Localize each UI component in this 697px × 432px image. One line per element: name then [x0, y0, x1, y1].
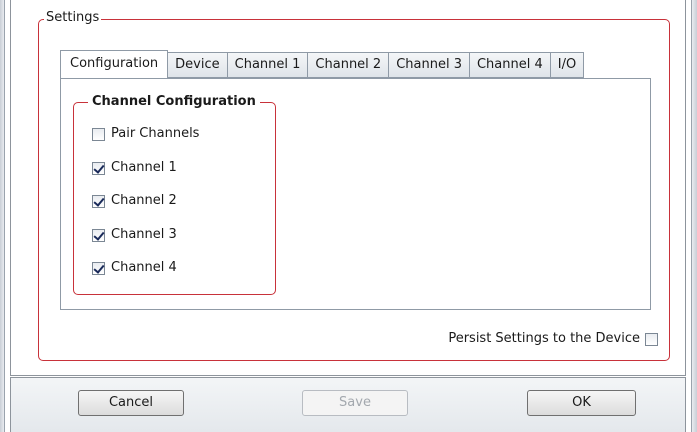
- channel-3-checkbox-row[interactable]: Channel 3: [92, 227, 177, 243]
- ok-button[interactable]: OK: [527, 390, 636, 416]
- settings-dialog: Settings Configuration Device Channel 1 …: [0, 0, 697, 432]
- tab-device[interactable]: Device: [168, 52, 228, 78]
- channel-configuration-title: Channel Configuration: [88, 94, 260, 110]
- channel-2-checkbox-row[interactable]: Channel 2: [92, 193, 177, 209]
- channel-2-checkbox[interactable]: [92, 194, 105, 208]
- window-left-border: [0, 0, 5, 432]
- channel-3-checkbox[interactable]: [92, 228, 105, 242]
- pair-channels-label: Pair Channels: [111, 126, 200, 141]
- channel-3-label: Channel 3: [111, 227, 177, 242]
- channel-4-checkbox[interactable]: [92, 261, 105, 275]
- channel-1-checkbox[interactable]: [92, 161, 105, 175]
- channel-4-checkbox-row[interactable]: Channel 4: [92, 260, 177, 276]
- channel-1-label: Channel 1: [111, 160, 177, 175]
- persist-settings-row[interactable]: Persist Settings to the Device: [448, 331, 658, 347]
- tab-channel-4[interactable]: Channel 4: [469, 52, 551, 78]
- settings-tab-strip: Configuration Device Channel 1 Channel 2…: [60, 50, 585, 78]
- tab-channel-1[interactable]: Channel 1: [227, 52, 309, 78]
- cancel-button[interactable]: Cancel: [78, 390, 184, 416]
- channel-4-label: Channel 4: [111, 260, 177, 275]
- tab-channel-3[interactable]: Channel 3: [389, 52, 470, 78]
- tab-channel-2[interactable]: Channel 2: [308, 52, 390, 78]
- settings-group-title: Settings: [44, 10, 102, 26]
- channel-2-label: Channel 2: [111, 193, 177, 208]
- persist-settings-checkbox[interactable]: [645, 332, 658, 346]
- window-right-border: [691, 0, 697, 432]
- tab-configuration[interactable]: Configuration: [60, 50, 169, 78]
- channel-1-checkbox-row[interactable]: Channel 1: [92, 160, 177, 176]
- persist-settings-label: Persist Settings to the Device: [448, 331, 640, 346]
- tab-io[interactable]: I/O: [550, 52, 585, 78]
- pair-channels-checkbox[interactable]: [92, 127, 105, 141]
- pair-channels-checkbox-row[interactable]: Pair Channels: [92, 126, 199, 142]
- save-button[interactable]: Save: [302, 390, 408, 416]
